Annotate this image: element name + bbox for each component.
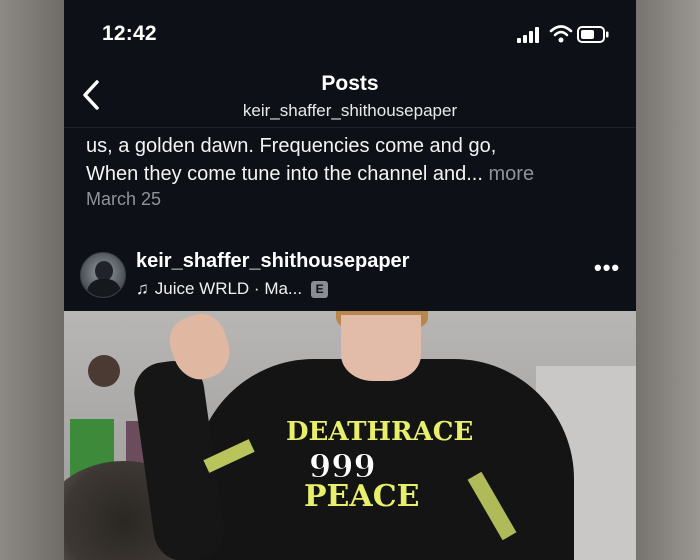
photo-face [341, 315, 421, 381]
music-note-icon: ♫ [136, 279, 149, 298]
page-subtitle: keir_shaffer_shithousepaper [242, 101, 458, 120]
navigation-bar: Posts keir_shaffer_shithousepaper [64, 68, 636, 128]
status-bar: 12:42 [64, 0, 636, 68]
phone-screen: 12:42 Posts keir_shaffer_shithousepaper … [64, 0, 636, 560]
post-username[interactable]: keir_shaffer_shithousepaper [136, 250, 409, 273]
photo-wall-object [88, 355, 120, 387]
status-time: 12:42 [102, 22, 157, 45]
divider [64, 127, 636, 128]
battery-icon [577, 26, 609, 48]
post-image[interactable]: DEATHRACE 999 PEACE [64, 311, 636, 560]
avatar-head [95, 261, 113, 281]
hoodie-print-top: DEATHRACE [286, 417, 474, 447]
avatar[interactable] [80, 252, 126, 298]
background-left [0, 0, 64, 560]
music-label: Juice WRLD · Ma... [154, 279, 303, 298]
photo-hoodie [194, 359, 574, 560]
avatar-body [87, 279, 121, 297]
caption-line-1: us, a golden dawn. Frequencies come and … [86, 135, 497, 157]
cellular-signal-icon [517, 27, 543, 48]
more-horizontal-icon[interactable]: ••• [594, 255, 620, 281]
page-title: Posts [321, 72, 379, 95]
post-caption: us, a golden dawn. Frequencies come and … [86, 132, 626, 188]
post-date: March 25 [86, 189, 162, 209]
music-info[interactable]: ♫ Juice WRLD · Ma... E [136, 279, 329, 299]
wifi-icon [549, 24, 573, 49]
background-right [636, 0, 700, 560]
hoodie-print-bottom: PEACE [304, 479, 420, 514]
explicit-badge: E [311, 280, 329, 298]
more-link[interactable]: more [489, 163, 535, 185]
caption-line-2: When they come tune into the channel and… [86, 163, 483, 185]
